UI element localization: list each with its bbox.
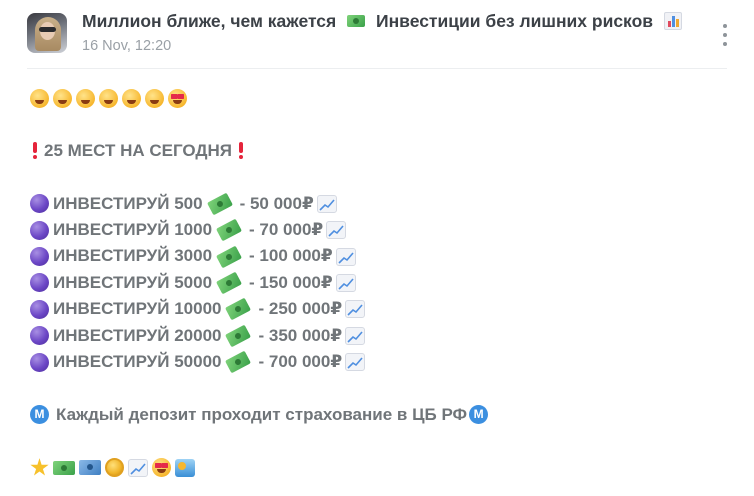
insurance-note: M Каждый депозит проходит страхование в … [30,402,730,428]
offers-list: ИНВЕСТИРУЙ 500 - 50 000₽ ИНВЕСТИРУЙ 1000 - … [30,191,730,376]
message-body: 25 МЕСТ НА СЕГОДНЯ ИНВЕСТИРУЙ 500 - 50 00… [30,85,730,481]
heart-eyes-icon [168,88,187,108]
channel-title[interactable]: Миллион ближе, чем кажется Инвестиции бе… [82,11,682,32]
coin-icon [105,458,124,478]
channel-title-suffix: Инвестиции без лишних рисков [376,11,654,31]
chart-increasing-icon [326,221,347,240]
offer-line: ИНВЕСТИРУЙ 500 - 50 000₽ [30,191,730,217]
offer-return: - 100 000₽ [249,246,333,266]
headline-text: 25 МЕСТ НА СЕГОДНЯ [44,140,233,160]
offer-amount: ИНВЕСТИРУЙ 5000 [53,272,213,292]
smiling-face-icon [53,88,72,108]
chart-increasing-icon [345,326,366,345]
money-with-wings-icon [216,218,243,242]
purple-circle-icon [30,220,49,240]
purple-circle-icon [30,299,49,319]
purple-circle-icon [30,273,49,293]
offer-return: - 250 000₽ [258,299,343,319]
laughing-face-icon [122,88,141,108]
chart-increasing-icon [335,273,356,292]
offer-line: ИНВЕСТИРУЙ 10000 - 250 000₽ [30,296,730,322]
dollar-banknote-icon [347,15,366,27]
offer-amount: ИНВЕСТИРУЙ 20000 [53,325,222,345]
emoji-row-bottom [30,454,730,480]
chart-increasing-icon [345,353,366,372]
money-with-wings-icon [225,324,252,348]
metro-icon: M [469,405,489,425]
purple-circle-icon [30,194,49,214]
offer-line: ИНВЕСТИРУЙ 20000 - 350 000₽ [30,323,730,349]
offer-amount: ИНВЕСТИРУЙ 50000 [53,351,222,371]
offer-amount: ИНВЕСТИРУЙ 1000 [53,219,213,239]
exclamation-icon [238,142,244,160]
purple-circle-icon [30,352,49,372]
exclamation-icon [32,142,38,160]
money-with-wings-icon [206,192,233,216]
insurance-note-text: Каждый депозит проходит страхование в ЦБ… [56,404,468,424]
offer-return: - 150 000₽ [249,272,333,292]
money-with-wings-icon [225,297,252,321]
chart-increasing-icon [335,247,356,266]
water-wave-icon [175,458,195,477]
savoring-face-icon [145,88,164,108]
channel-avatar[interactable] [27,13,67,53]
chart-increasing-icon [345,300,366,319]
purple-circle-icon [30,326,49,346]
money-with-wings-icon [225,350,252,374]
money-with-wings-icon [216,245,243,268]
purple-circle-icon [30,247,49,267]
woozy-face-icon [99,88,118,108]
offer-return: - 700 000₽ [258,351,343,371]
offer-return: - 70 000₽ [249,219,324,239]
post-date: 16 Nov, 12:20 [82,38,172,54]
offer-line: ИНВЕСТИРУЙ 5000 - 150 000₽ [30,270,730,296]
metro-icon: M [30,405,49,425]
grinning-face-icon [30,88,49,108]
post-header: Миллион ближе, чем кажется Инвестиции бе… [0,0,754,68]
header-divider [27,68,727,69]
yen-banknote-icon [79,460,101,476]
more-options-icon[interactable] [718,24,732,46]
offer-line: ИНВЕСТИРУЙ 1000 - 70 000₽ [30,217,730,243]
chart-increasing-icon [316,194,337,213]
offer-return: - 50 000₽ [239,193,314,213]
offer-line: ИНВЕСТИРУЙ 3000 - 100 000₽ [30,243,730,269]
offer-amount: ИНВЕСТИРУЙ 3000 [53,246,213,266]
offer-amount: ИНВЕСТИРУЙ 500 [53,193,203,213]
bar-chart-icon [663,12,682,30]
emoji-row-top [30,85,730,111]
money-with-wings-icon [216,271,243,295]
channel-title-text: Миллион ближе, чем кажется [82,11,337,31]
dollar-banknote-icon [53,460,75,475]
chart-increasing-icon [128,458,148,477]
headline: 25 МЕСТ НА СЕГОДНЯ [30,138,730,164]
star-icon [30,458,49,476]
offer-line: ИНВЕСТИРУЙ 50000 - 700 000₽ [30,349,730,375]
offer-return: - 350 000₽ [258,325,343,345]
offer-amount: ИНВЕСТИРУЙ 10000 [53,299,222,319]
star-struck-icon [152,458,171,478]
beaming-face-icon [76,88,95,108]
